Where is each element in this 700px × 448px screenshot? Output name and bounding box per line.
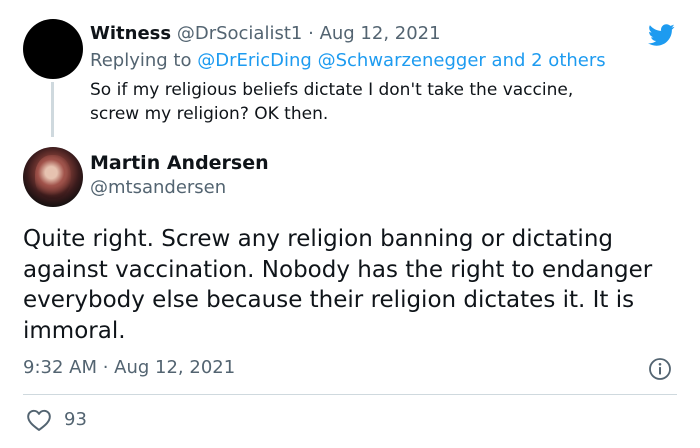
reply-text-line: screw my religion? OK then.: [90, 104, 329, 124]
main-author-avatar[interactable]: [23, 147, 83, 207]
main-author-name[interactable]: Martin Andersen: [90, 150, 269, 176]
reply-header: Witness @DrSocialist1 · Aug 12, 2021: [90, 22, 670, 46]
reply-tweet[interactable]: Witness @DrSocialist1 · Aug 12, 2021 Rep…: [90, 22, 670, 126]
main-tweet-text: Quite right. Screw any religion banning …: [23, 226, 653, 344]
reply-date[interactable]: Aug 12, 2021: [320, 23, 441, 44]
info-icon[interactable]: [648, 357, 672, 381]
reply-separator: ·: [308, 23, 314, 44]
tweet-timestamp[interactable]: 9:32 AM · Aug 12, 2021: [23, 356, 235, 380]
replying-others-link[interactable]: and 2 others: [492, 50, 606, 71]
like-count: 93: [64, 409, 87, 430]
twitter-bird-icon[interactable]: [645, 21, 677, 49]
reply-author-avatar[interactable]: [23, 19, 83, 79]
replying-user-link[interactable]: @Schwarzenegger: [318, 50, 486, 71]
main-author-handle[interactable]: @mtsandersen: [90, 176, 269, 200]
heart-icon[interactable]: [26, 408, 52, 432]
avatar-face: [35, 155, 71, 199]
reply-author-handle[interactable]: @DrSocialist1: [177, 23, 303, 44]
divider: [23, 394, 677, 395]
replying-prefix: Replying to: [90, 50, 192, 71]
reply-tweet-text: So if my religious beliefs dictate I don…: [90, 78, 670, 126]
reply-author-name[interactable]: Witness: [90, 23, 171, 44]
main-author-block[interactable]: Martin Andersen @mtsandersen: [90, 150, 269, 200]
thread-connector-line: [51, 82, 54, 137]
replying-user-link[interactable]: @DrEricDing: [197, 50, 312, 71]
reply-text-line: So if my religious beliefs dictate I don…: [90, 80, 574, 100]
replying-to-line: Replying to @DrEricDing @Schwarzenegger …: [90, 48, 670, 74]
